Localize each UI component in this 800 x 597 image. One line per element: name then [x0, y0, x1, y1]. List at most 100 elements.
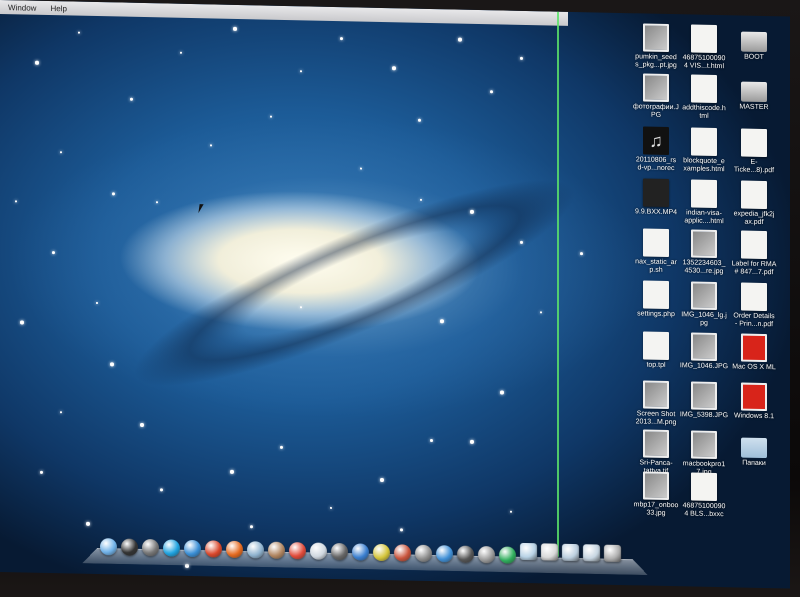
star — [230, 469, 234, 474]
display-artifact-line — [557, 11, 559, 557]
photos-icon[interactable] — [331, 542, 348, 561]
star — [340, 37, 343, 40]
document-icon — [691, 472, 717, 502]
star — [458, 37, 462, 42]
drive-icon — [741, 31, 767, 53]
parallels-icon — [741, 333, 767, 363]
star — [60, 411, 62, 413]
desktop-file[interactable]: E- Ticke...8).pdf — [724, 128, 784, 175]
wallpaper-galaxy — [20, 46, 680, 499]
star — [470, 439, 474, 444]
desktop-file[interactable]: BOOT — [724, 25, 784, 62]
star — [86, 521, 90, 526]
video-icon — [643, 178, 669, 208]
star — [60, 151, 62, 153]
star — [20, 320, 24, 324]
menu-item-window[interactable]: Window — [8, 3, 36, 13]
desktop-file-label: Mac OS X ML — [732, 363, 776, 372]
star — [156, 201, 158, 203]
app-store-icon[interactable] — [436, 545, 453, 563]
star — [52, 251, 55, 254]
activity-monitor-icon[interactable] — [478, 546, 495, 564]
desktop-file[interactable]: Mac OS X ML — [724, 333, 784, 372]
launchpad-icon[interactable] — [142, 538, 159, 557]
mail-icon[interactable] — [247, 541, 264, 559]
finder-icon[interactable] — [100, 538, 117, 556]
image-icon — [691, 229, 717, 259]
star — [490, 90, 493, 93]
chrome-icon[interactable] — [205, 540, 222, 558]
image-icon — [643, 471, 669, 501]
image-icon — [691, 281, 717, 311]
image-icon — [643, 73, 669, 103]
html-document-icon — [691, 74, 717, 104]
preview-icon[interactable] — [310, 542, 327, 560]
system-preferences-icon[interactable] — [415, 544, 432, 563]
firefox-icon[interactable] — [226, 540, 243, 559]
drive-icon — [741, 81, 767, 103]
trash-icon[interactable] — [604, 544, 621, 563]
star — [78, 31, 80, 34]
star — [96, 302, 98, 304]
desktop-file-label: 46875100090 4 BLS...bxxc — [682, 502, 726, 519]
documents-icon[interactable] — [541, 543, 558, 561]
desktop-file[interactable]: 46875100090 4 BLS...bxxc — [674, 472, 734, 519]
dashboard-icon[interactable] — [121, 538, 138, 556]
image-icon — [691, 381, 717, 411]
desktop-screen: Window Help pumkin_seed s_pkg...pt.jpg 46… — [0, 0, 790, 589]
star — [440, 319, 444, 323]
star — [300, 70, 302, 72]
pdf-document-icon — [741, 128, 767, 158]
safari-icon[interactable] — [184, 539, 201, 558]
image-icon — [643, 23, 669, 53]
desktop-file[interactable]: Order Details - Prin...n.pdf — [724, 282, 784, 329]
star — [510, 510, 512, 513]
star — [40, 470, 43, 474]
star — [360, 167, 362, 170]
html-document-icon — [691, 179, 717, 209]
desktop-file-label: Order Details - Prin...n.pdf — [733, 312, 775, 329]
desktop-file-label: Label for RMA # 847...7.pdf — [731, 260, 777, 277]
menu-item-help[interactable]: Help — [50, 4, 66, 13]
skype-icon[interactable] — [163, 539, 180, 557]
shell-document-icon — [643, 228, 669, 258]
terminal-icon[interactable] — [457, 545, 474, 563]
pdf-document-icon — [741, 282, 767, 312]
star — [540, 311, 542, 313]
parallels-icon — [741, 382, 767, 412]
pdf-document-icon — [741, 180, 767, 210]
desktop-file-label: expedia_jfk2j ax.pdf — [733, 210, 775, 226]
itunes-icon[interactable] — [352, 543, 369, 561]
contacts-icon[interactable] — [268, 541, 285, 559]
star — [500, 390, 504, 395]
star — [210, 144, 212, 146]
desktop-file-label: E- Ticke...8).pdf — [733, 158, 775, 175]
star — [420, 198, 422, 201]
folder-icon — [741, 437, 767, 459]
desktop-file[interactable]: expedia_jfk2j ax.pdf — [724, 180, 784, 227]
star — [392, 66, 396, 70]
stack-icon[interactable] — [583, 544, 600, 562]
html-document-icon — [691, 24, 717, 54]
desktop-file-label: MASTER — [739, 103, 769, 112]
star — [380, 477, 384, 482]
star — [470, 209, 474, 214]
star — [233, 26, 237, 31]
ical-icon[interactable] — [373, 543, 390, 562]
downloads-icon[interactable] — [520, 542, 537, 561]
desktop-file[interactable]: Label for RMA # 847...7.pdf — [724, 230, 784, 277]
calendar-icon[interactable] — [289, 542, 306, 560]
document-icon — [643, 331, 669, 361]
image-icon — [643, 429, 669, 459]
crossover-icon[interactable] — [499, 546, 516, 564]
star — [330, 506, 332, 509]
sublime-icon[interactable] — [394, 544, 411, 562]
star — [430, 439, 433, 442]
applications-icon[interactable] — [562, 543, 579, 562]
desktop-file[interactable]: MASTER — [724, 75, 784, 112]
star — [520, 240, 523, 244]
desktop-file[interactable]: Папаки — [724, 431, 784, 468]
desktop-file[interactable]: Windows 8.1 — [724, 382, 784, 421]
music-icon: ♫ — [643, 126, 669, 156]
star — [418, 118, 421, 122]
